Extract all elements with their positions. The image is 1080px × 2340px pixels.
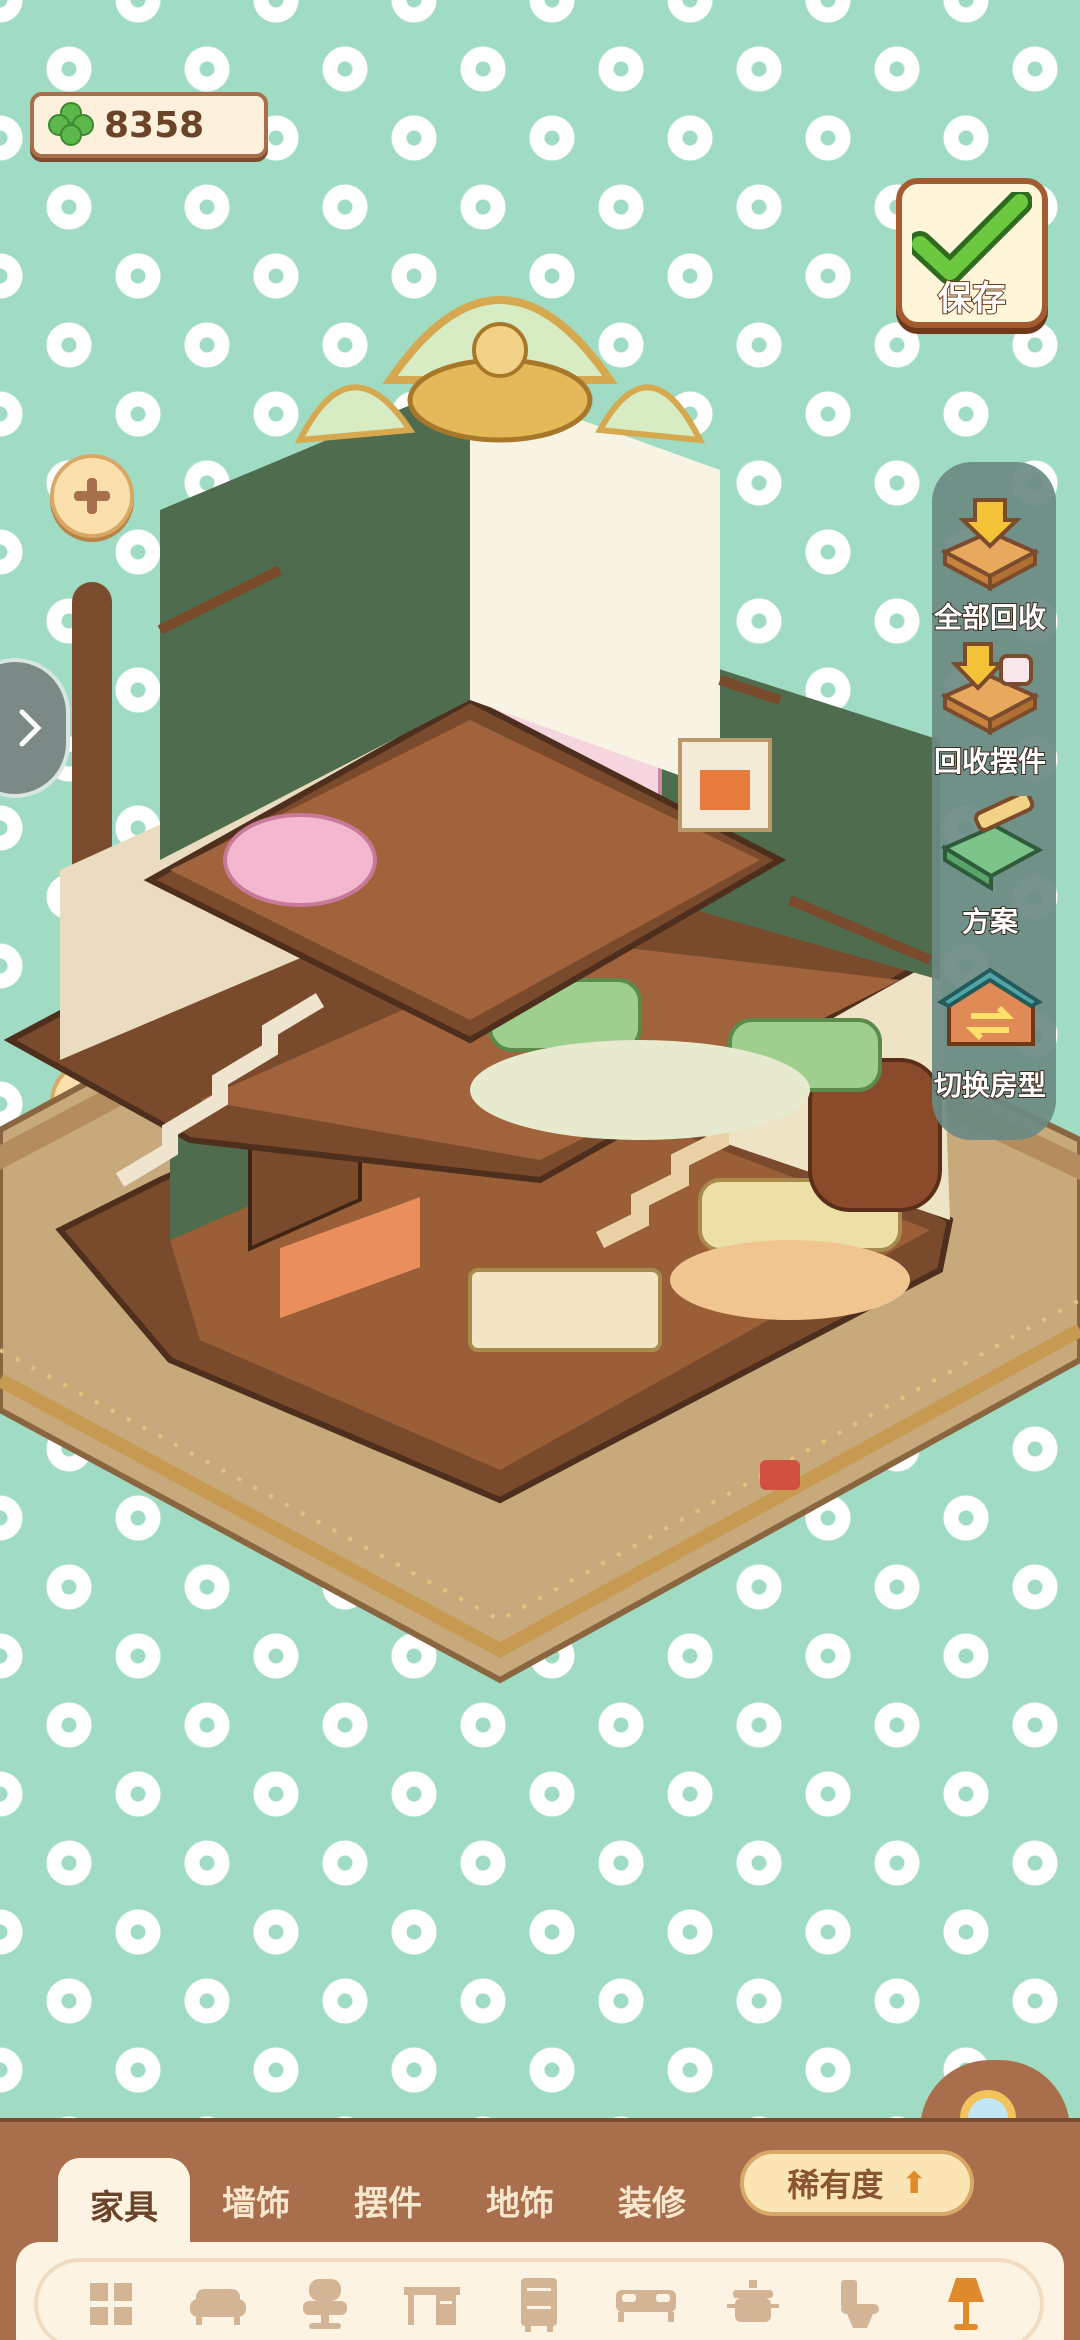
plan-button[interactable]: 方案 [900,790,1080,940]
rarity-label: 稀有度 [787,2166,884,2204]
plan-label: 方案 [961,904,1019,939]
bed-icon[interactable] [610,2272,682,2336]
clover-icon [48,102,94,148]
tab-floor-decor[interactable]: 地饰 [454,2158,586,2242]
stove-icon[interactable] [717,2272,789,2336]
desk-icon[interactable] [396,2272,468,2336]
recall-decor-button[interactable]: 回收摆件 [900,636,1080,780]
lamp-icon[interactable] [930,2272,1002,2336]
recall-all-button[interactable]: 全部回收 [900,492,1080,636]
switch-house-icon [936,967,1044,1046]
toilet-icon[interactable] [824,2272,896,2336]
tab-wall-decor[interactable]: 墙饰 [190,2158,322,2242]
recall-all-icon [940,498,1040,592]
switch-house-label: 切换房型 [933,1068,1047,1103]
currency-display: 8358 [30,92,268,158]
plan-icon [940,790,1044,892]
subcategory-bar [34,2258,1044,2340]
switch-house-button[interactable]: 切换房型 [900,960,1080,1104]
currency-value: 8358 [104,104,205,146]
rarity-sort-button[interactable]: 稀有度 ⬆ [740,2150,974,2216]
pink-bed [223,813,377,907]
arrow-up-icon: ⬆ [901,2165,927,2201]
recall-all-label: 全部回收 [933,600,1047,635]
tab-renovation[interactable]: 装修 [586,2158,718,2242]
parlour-rug [470,1040,810,1140]
cabinet-icon[interactable] [503,2272,575,2336]
subcategory-panel [16,2242,1064,2340]
kitchen-counter [468,1268,662,1352]
category-tabs: 家具 墙饰 摆件 地饰 装修 [58,2158,718,2250]
recall-decor-label: 回收摆件 [933,744,1047,779]
recall-decor-icon [940,642,1040,736]
chair-icon[interactable] [289,2272,361,2336]
grid-all-icon[interactable] [75,2272,147,2336]
arched-window-right [595,384,706,444]
arched-window-left [294,384,416,444]
tab-ornaments[interactable]: 摆件 [322,2158,454,2242]
house-scene[interactable] [0,180,1080,1700]
lounge-rug [670,1240,910,1320]
tab-furniture[interactable]: 家具 [58,2158,190,2250]
sofa-icon[interactable] [182,2272,254,2336]
mailbox [760,1460,800,1490]
furniture-drawer: 家具 墙饰 摆件 地饰 装修 稀有度 ⬆ [0,2118,1080,2340]
